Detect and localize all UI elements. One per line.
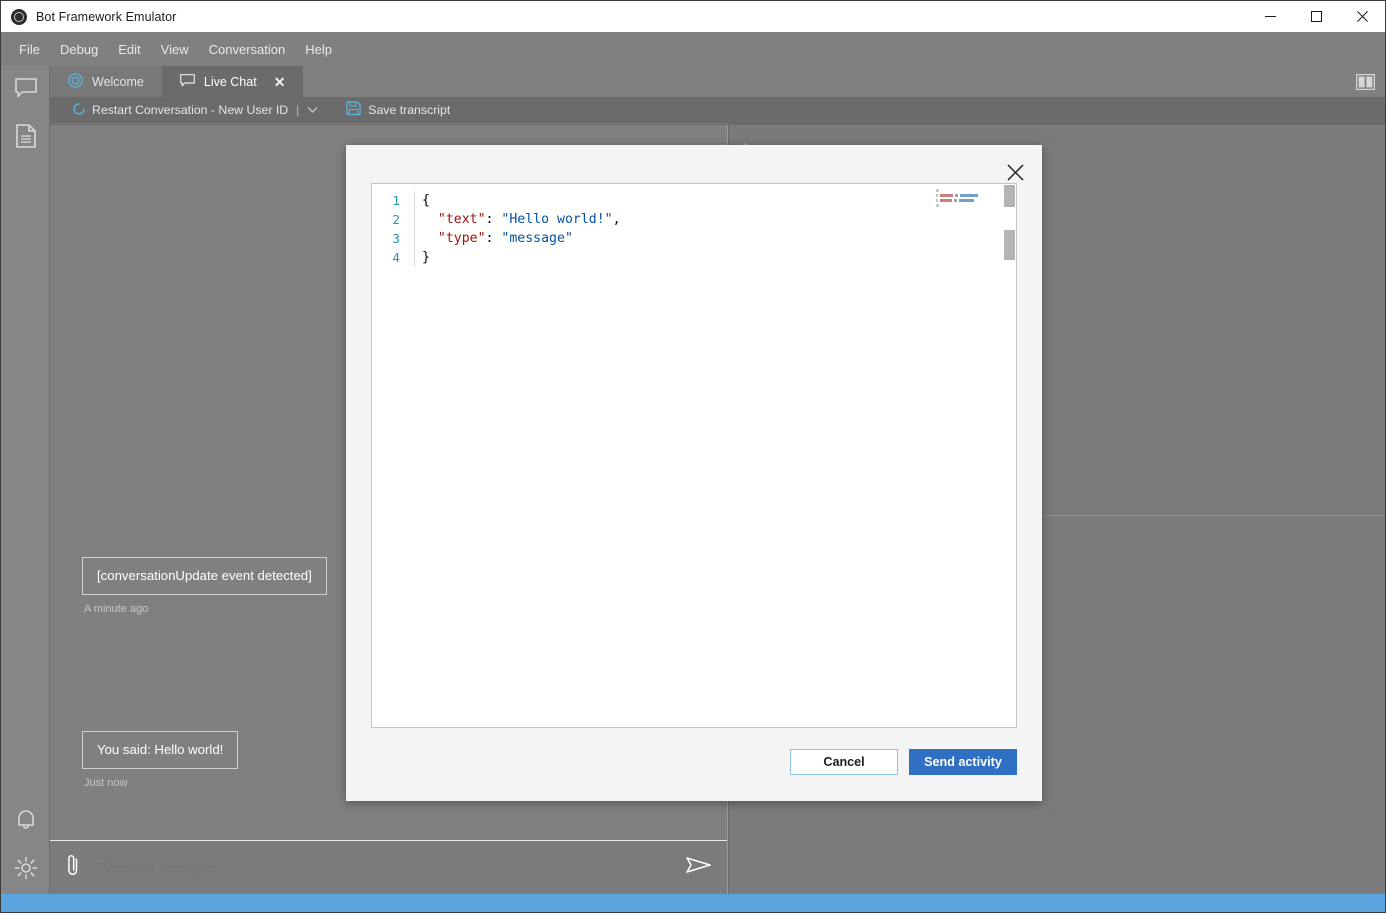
save-transcript-label: Save transcript — [368, 103, 451, 117]
line-number: 4 — [392, 250, 400, 265]
send-activity-dialog: 1 { 2 "text": "Hello world!", 3 "type": … — [346, 145, 1042, 801]
line-number: 3 — [392, 231, 400, 246]
tab-live-chat[interactable]: Live Chat ✕ — [161, 66, 304, 97]
code-line: 1 { — [372, 191, 621, 210]
tab-close-icon[interactable]: ✕ — [274, 75, 286, 89]
restart-conversation-label: Restart Conversation - New User ID — [92, 103, 289, 117]
minimize-button[interactable] — [1247, 1, 1293, 32]
tab-welcome-label: Welcome — [92, 74, 144, 89]
code-line: 3 "type": "message" — [372, 229, 621, 248]
left-activity-rail — [1, 66, 50, 894]
message-timestamp: A minute ago — [84, 602, 149, 615]
document-icon — [15, 123, 36, 153]
restart-circle-icon — [72, 102, 86, 119]
app-window: Bot Framework Emulator File Debug Edit V… — [0, 0, 1386, 913]
code-text: } — [422, 250, 430, 265]
vertical-scrollbar[interactable] — [1002, 184, 1016, 727]
emulator-badge-icon — [68, 72, 83, 91]
chat-icon — [14, 77, 37, 103]
code-text: { — [422, 193, 430, 208]
menu-item-file[interactable]: File — [9, 39, 50, 60]
line-number: 1 — [392, 193, 400, 208]
chat-message-2: You said: Hello world! Just now — [82, 731, 239, 789]
send-activity-button[interactable]: Send activity — [909, 749, 1017, 775]
menu-item-edit[interactable]: Edit — [108, 39, 150, 60]
message-bubble[interactable]: You said: Hello world! — [82, 731, 239, 769]
json-activity-editor[interactable]: 1 { 2 "text": "Hello world!", 3 "type": … — [371, 183, 1017, 728]
rail-item-resources[interactable] — [1, 114, 50, 162]
tab-live-chat-label: Live Chat — [203, 74, 257, 89]
send-plane-icon — [686, 855, 712, 880]
editor-code-content: 1 { 2 "text": "Hello world!", 3 "type": … — [372, 191, 621, 267]
gear-icon — [14, 856, 38, 885]
message-bubble[interactable]: [conversationUpdate event detected] — [82, 557, 327, 595]
minimap[interactable] — [936, 189, 994, 207]
rail-item-settings[interactable] — [1, 846, 50, 894]
message-input[interactable] — [96, 859, 671, 876]
menu-item-view[interactable]: View — [151, 39, 199, 60]
restart-dropdown-button[interactable] — [307, 106, 318, 114]
menu-item-help[interactable]: Help — [295, 39, 342, 60]
conversation-toolbar: Restart Conversation - New User ID | Sav… — [50, 97, 728, 124]
status-bar — [1, 894, 1385, 912]
chat-message-1: [conversationUpdate event detected] A mi… — [82, 557, 327, 615]
tab-welcome[interactable]: Welcome — [50, 66, 162, 97]
menu-bar: File Debug Edit View Conversation Help — [1, 32, 1385, 66]
scrollbar-thumb — [1004, 185, 1015, 207]
attach-file-button[interactable] — [50, 853, 96, 882]
close-icon — [1006, 163, 1024, 181]
paperclip-icon — [65, 853, 81, 882]
maximize-button[interactable] — [1293, 1, 1339, 32]
menu-item-debug[interactable]: Debug — [50, 39, 108, 60]
dialog-actions: Cancel Send activity — [790, 749, 1017, 775]
scrollbar-thumb — [1004, 230, 1015, 260]
restart-conversation-button[interactable]: Restart Conversation - New User ID — [72, 102, 288, 119]
code-line: 4 } — [372, 248, 621, 267]
code-text: "text": "Hello world!", — [437, 212, 621, 227]
menu-item-conversation[interactable]: Conversation — [199, 39, 296, 60]
save-disk-icon — [346, 100, 362, 120]
emulator-logo-icon — [11, 8, 27, 25]
tab-strip: Welcome Live Chat ✕ — [50, 66, 1385, 97]
line-number: 2 — [392, 212, 400, 227]
code-line: 2 "text": "Hello world!", — [372, 210, 621, 229]
cancel-button[interactable]: Cancel — [790, 749, 898, 775]
close-button[interactable] — [1339, 1, 1385, 32]
rail-item-chat[interactable] — [1, 66, 50, 114]
chevron-down-icon — [307, 107, 318, 113]
window-controls — [1247, 1, 1385, 32]
bell-icon — [15, 808, 37, 837]
message-timestamp: Just now — [84, 776, 128, 789]
save-transcript-button[interactable]: Save transcript — [346, 100, 451, 120]
chat-bubble-icon — [179, 73, 195, 90]
toolbar-separator: | — [296, 103, 300, 117]
code-text: "type": "message" — [437, 231, 573, 246]
split-panel-icon[interactable] — [1348, 68, 1382, 96]
message-composer — [50, 840, 727, 894]
send-message-button[interactable] — [671, 855, 727, 880]
window-title: Bot Framework Emulator — [36, 9, 177, 24]
rail-item-notifications[interactable] — [1, 798, 50, 846]
title-bar: Bot Framework Emulator — [1, 1, 1385, 32]
